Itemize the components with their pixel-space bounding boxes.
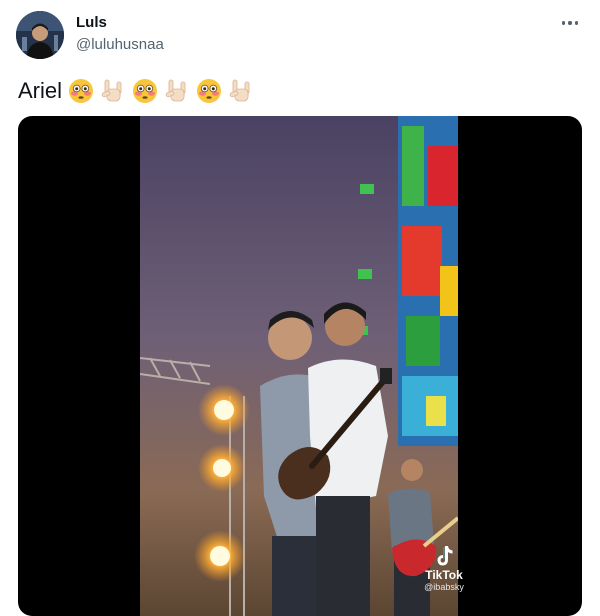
flushed-face-icon <box>132 78 158 104</box>
video-frame[interactable] <box>140 116 458 616</box>
author-handle[interactable]: @luluhusnaa <box>76 36 164 53</box>
tweet-card: Luls @luluhusnaa Ariel TikTok @ibabsky <box>0 0 600 616</box>
tiktok-icon <box>433 544 455 568</box>
video-media[interactable]: TikTok @ibabsky <box>18 116 582 616</box>
tweet-text: Ariel <box>18 78 63 103</box>
tiktok-username: @ibabsky <box>424 582 464 592</box>
sign-of-horns-icon <box>164 78 190 104</box>
avatar[interactable] <box>16 11 64 59</box>
author-name[interactable]: Luls <box>76 14 107 31</box>
sign-of-horns-icon <box>100 78 126 104</box>
tiktok-brand: TikTok <box>425 568 463 582</box>
flushed-face-icon <box>68 78 94 104</box>
tweet-body: Ariel <box>18 76 260 106</box>
flushed-face-icon <box>196 78 222 104</box>
tiktok-watermark: TikTok @ibabsky <box>414 544 474 593</box>
more-options-icon[interactable] <box>556 12 584 34</box>
sign-of-horns-icon <box>228 78 254 104</box>
